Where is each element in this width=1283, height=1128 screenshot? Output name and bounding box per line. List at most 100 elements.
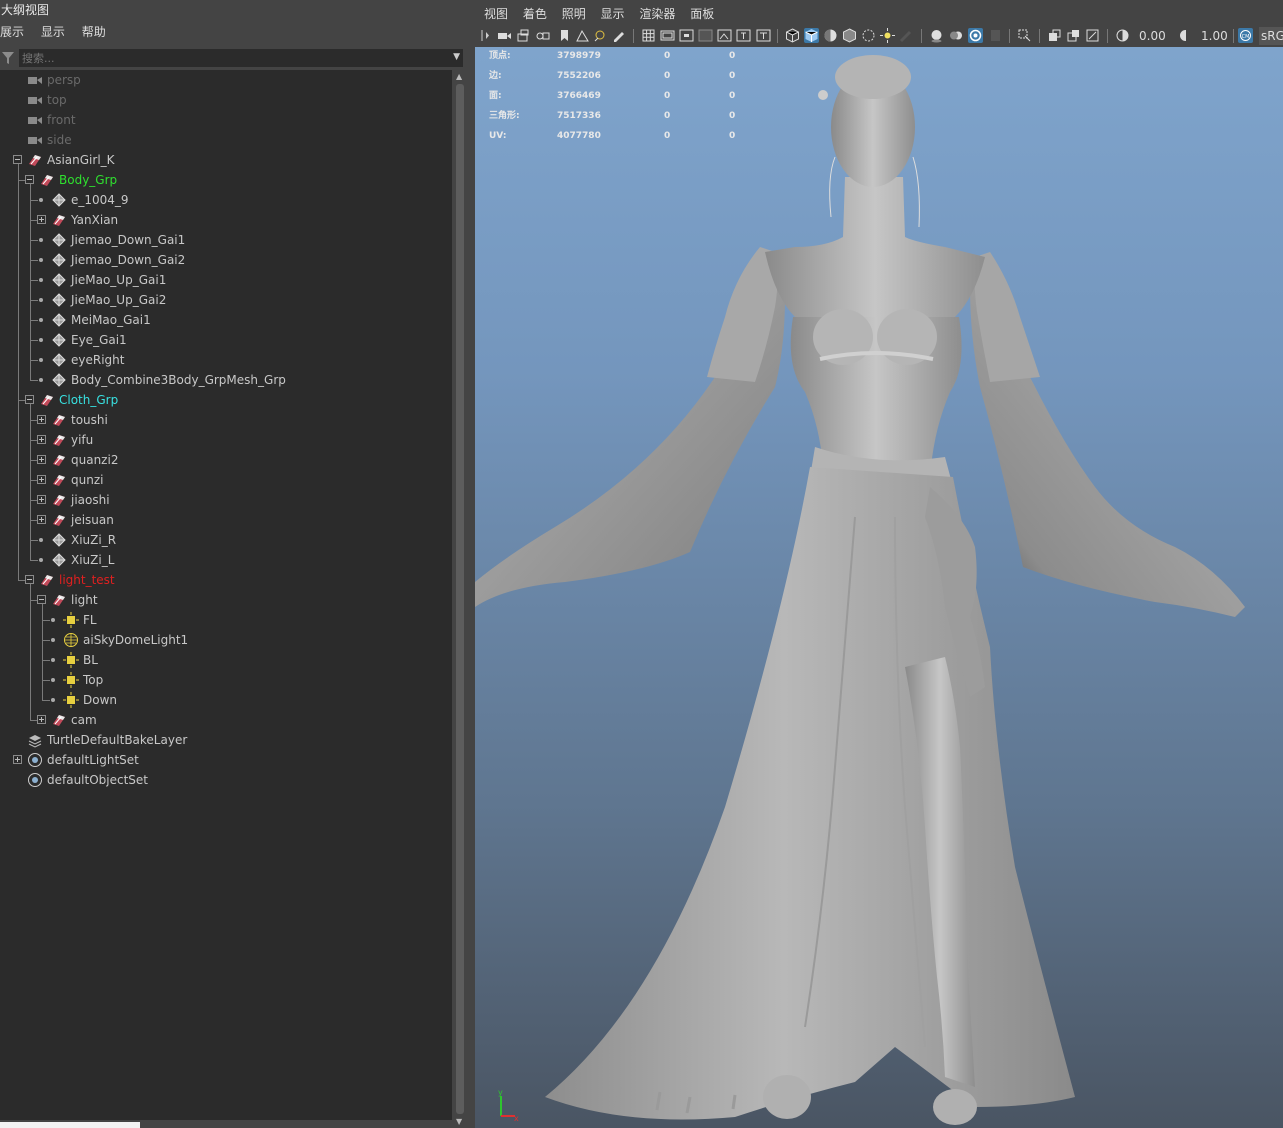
outliner-item[interactable]: Top	[0, 670, 452, 690]
outliner-item[interactable]: top	[0, 90, 452, 110]
exposure-value[interactable]: 0.00	[1139, 27, 1166, 45]
smooth-shade-cube-icon[interactable]	[804, 28, 819, 43]
expand-toggle-icon[interactable]	[37, 595, 46, 604]
image-plane-icon[interactable]	[575, 28, 590, 43]
menu-panels[interactable]: 面板	[690, 4, 714, 24]
camera-attributes-icon[interactable]	[535, 28, 550, 43]
expand-toggle-icon[interactable]	[37, 435, 46, 444]
outliner-item[interactable]: Down	[0, 690, 452, 710]
menu-help[interactable]: 帮助	[82, 22, 106, 42]
outliner-item[interactable]: JieMao_Up_Gai2	[0, 290, 452, 310]
outliner-item[interactable]: defaultObjectSet	[0, 770, 452, 790]
select-camera-icon[interactable]	[497, 28, 512, 43]
outliner-item[interactable]: Eye_Gai1	[0, 330, 452, 350]
grid-icon[interactable]	[641, 28, 656, 43]
field-chart-icon[interactable]	[717, 28, 732, 43]
xray-icon[interactable]	[861, 28, 876, 43]
menu-show[interactable]: 显示	[41, 22, 65, 42]
depth-of-field-icon[interactable]	[988, 28, 1003, 43]
toolbar-collapse-icon[interactable]	[479, 28, 494, 43]
menu-display[interactable]: 展示	[0, 22, 24, 42]
menu-shading[interactable]: 着色	[523, 4, 547, 24]
outliner-item[interactable]: light_test	[0, 570, 452, 590]
outliner-item[interactable]: AsianGirl_K	[0, 150, 452, 170]
expand-toggle-icon[interactable]	[37, 415, 46, 424]
isolate-select-icon[interactable]	[1017, 28, 1032, 43]
search-options-chevron-down-icon[interactable]: ▼	[453, 52, 460, 62]
outliner-item[interactable]: toushi	[0, 410, 452, 430]
outliner-item[interactable]: XiuZi_L	[0, 550, 452, 570]
expand-toggle-icon[interactable]	[13, 155, 22, 164]
wireframe-on-shaded-icon[interactable]	[842, 28, 857, 43]
scroll-up-arrow-icon[interactable]: ▲	[456, 72, 462, 81]
expand-toggle-icon[interactable]	[37, 215, 46, 224]
outliner-item[interactable]: persp	[0, 70, 452, 90]
exposure-icon[interactable]	[1115, 28, 1130, 43]
outliner-item[interactable]: Jiemao_Down_Gai1	[0, 230, 452, 250]
expand-toggle-icon[interactable]	[37, 475, 46, 484]
gamma-value[interactable]: 1.00	[1201, 27, 1228, 45]
screen-space-ao-icon[interactable]	[929, 28, 944, 43]
outliner-item[interactable]: Body_Grp	[0, 170, 452, 190]
motion-blur-icon[interactable]	[949, 28, 964, 43]
expand-toggle-icon[interactable]	[37, 455, 46, 464]
outliner-item[interactable]: side	[0, 130, 452, 150]
expand-toggle-icon[interactable]	[37, 715, 46, 724]
outliner-vertical-scrollbar[interactable]: ▲ ▼	[452, 70, 468, 1128]
outliner-item[interactable]: Body_Combine3Body_GrpMesh_Grp	[0, 370, 452, 390]
outliner-item[interactable]: BL	[0, 650, 452, 670]
expand-toggle-icon[interactable]	[37, 515, 46, 524]
wireframe-cube-icon[interactable]	[785, 28, 800, 43]
search-input[interactable]	[19, 49, 463, 67]
xray-active-components-icon[interactable]	[1066, 28, 1081, 43]
gate-mask-icon[interactable]	[698, 28, 713, 43]
outliner-item[interactable]: FL	[0, 610, 452, 630]
expand-toggle-icon[interactable]	[25, 395, 34, 404]
horizontal-scrollbar-thumb[interactable]	[0, 1122, 140, 1128]
expand-toggle-icon[interactable]	[25, 575, 34, 584]
outliner-item[interactable]: Jiemao_Down_Gai2	[0, 250, 452, 270]
anti-aliasing-icon[interactable]	[968, 28, 983, 43]
outliner-item[interactable]: yifu	[0, 430, 452, 450]
outliner-item[interactable]: front	[0, 110, 452, 130]
outliner-item[interactable]: cam	[0, 710, 452, 730]
character-model[interactable]	[475, 47, 1283, 1128]
outliner-item[interactable]: eyeRight	[0, 350, 452, 370]
outliner-item[interactable]: e_1004_9	[0, 190, 452, 210]
bookmark-icon[interactable]	[557, 28, 572, 43]
menu-lighting[interactable]: 照明	[562, 4, 586, 24]
scroll-down-arrow-icon[interactable]: ▼	[456, 1117, 462, 1126]
outliner-item[interactable]: MeiMao_Gai1	[0, 310, 452, 330]
xray-joints-icon[interactable]	[1047, 28, 1062, 43]
shadows-icon[interactable]	[899, 28, 914, 43]
safe-title-icon[interactable]	[756, 28, 771, 43]
outliner-item[interactable]: qunzi	[0, 470, 452, 490]
outliner-item[interactable]: quanzi2	[0, 450, 452, 470]
expand-toggle-icon[interactable]	[13, 755, 22, 764]
menu-show-viewport[interactable]: 显示	[601, 4, 625, 24]
resolution-gate-icon[interactable]	[679, 28, 694, 43]
outliner-item[interactable]: XiuZi_R	[0, 530, 452, 550]
backface-culling-icon[interactable]	[1085, 28, 1100, 43]
menu-view[interactable]: 视图	[484, 4, 508, 24]
outliner-item[interactable]: aiSkyDomeLight1	[0, 630, 452, 650]
2d-pan-zoom-icon[interactable]	[593, 28, 608, 43]
outliner-item[interactable]: Cloth_Grp	[0, 390, 452, 410]
default-material-icon[interactable]	[823, 28, 838, 43]
outliner-horizontal-scrollbar[interactable]	[0, 1120, 452, 1128]
filter-icon[interactable]	[1, 50, 17, 68]
outliner-item[interactable]: JieMao_Up_Gai1	[0, 270, 452, 290]
safe-action-icon[interactable]	[736, 28, 751, 43]
use-default-lights-icon[interactable]	[880, 28, 895, 43]
outliner-item[interactable]: jiaoshi	[0, 490, 452, 510]
grease-pencil-icon[interactable]	[611, 28, 626, 43]
gamma-icon[interactable]	[1178, 28, 1193, 43]
outliner-item[interactable]: YanXian	[0, 210, 452, 230]
expand-toggle-icon[interactable]	[37, 495, 46, 504]
expand-toggle-icon[interactable]	[25, 175, 34, 184]
menu-renderer[interactable]: 渲染器	[639, 4, 675, 24]
outliner-item[interactable]: TurtleDefaultBakeLayer	[0, 730, 452, 750]
scrollbar-thumb[interactable]	[456, 84, 464, 1114]
lock-camera-icon[interactable]	[516, 28, 531, 43]
outliner-item[interactable]: light	[0, 590, 452, 610]
